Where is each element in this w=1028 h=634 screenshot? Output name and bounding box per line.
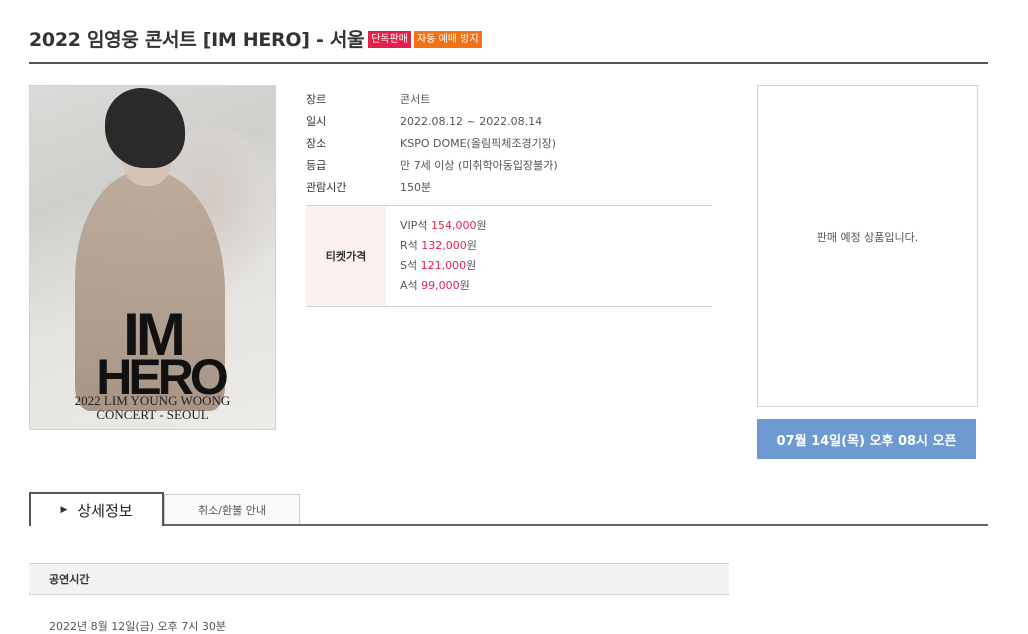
info-row-genre: 장르 콘서트 [306,88,712,110]
ticket-price-box: 티켓가격 VIP석 154,000원 R석 132,000원 S석 121,00… [306,205,712,307]
info-value: 2022.08.12 ~ 2022.08.14 [400,114,543,128]
info-label: 관람시간 [306,181,347,194]
price-amount: 132,000 [421,239,467,252]
info-row-rating: 등급 만 7세 이상 (미취학아동입장불가) [306,154,712,176]
anti-bot-badge: 자동 예매 방지 [414,31,482,48]
price-row: R석 132,000원 [400,239,477,252]
price-amount: 154,000 [431,219,477,232]
ticket-price-list: VIP석 154,000원 R석 132,000원 S석 121,000원 A석… [386,206,487,306]
info-label: 장소 [306,137,327,150]
price-row: S석 121,000원 [400,259,477,272]
triangle-right-icon: ▶ [60,505,68,515]
sale-notice-text: 판매 예정 상품입니다. [816,231,919,244]
poster-subtitle-2: CONCERT - SEOUL [96,407,209,422]
exclusive-badge: 단독판매 [368,31,412,48]
info-label: 장르 [306,93,327,106]
info-value: 150분 [400,181,432,194]
ticket-price-heading: 티켓가격 [306,206,386,306]
sale-notice-box: 판매 예정 상품입니다. [757,85,978,407]
tab-refund-info[interactable]: 취소/환불 안내 [164,494,300,524]
price-amount: 99,000 [421,279,460,292]
detail-tabs: ▶ 상세정보 취소/환불 안내 [29,492,988,526]
page-title: 2022 임영웅 콘서트 [IM HERO] - 서울 [29,29,365,51]
tab-refund-label: 취소/환불 안내 [198,503,266,517]
info-row-duration: 관람시간 150분 [306,176,712,198]
page-title-bar: 2022 임영웅 콘서트 [IM HERO] - 서울 단독판매 자동 예매 방… [29,26,988,64]
price-row: VIP석 154,000원 [400,219,487,232]
info-row-venue: 장소 KSPO DOME(올림픽체조경기장) [306,132,712,154]
info-value: 콘서트 [400,93,431,106]
poster-subtitle-1: 2022 LIM YOUNG WOONG [74,393,231,408]
info-row-date: 일시 2022.08.12 ~ 2022.08.14 [306,110,712,132]
section-heading-showtime: 공연시간 [29,563,729,595]
price-row: A석 99,000원 [400,279,470,292]
performance-info: 장르 콘서트 일시 2022.08.12 ~ 2022.08.14 장소 KSP… [306,88,712,198]
concert-poster: IM HERO 2022 LIM YOUNG WOONG CONCERT - S… [29,85,276,430]
tab-detail-label: 상세정보 [77,501,133,520]
info-value: 만 7세 이상 (미취학아동입장불가) [400,159,558,172]
info-value: KSPO DOME(올림픽체조경기장) [400,137,557,150]
open-date-button[interactable]: 07월 14일(목) 오후 08시 오픈 [757,419,976,459]
info-label: 등급 [306,159,327,172]
showtime-text: 2022년 8월 12일(금) 오후 7시 30분 [49,620,227,633]
tab-detail-info[interactable]: ▶ 상세정보 [29,492,164,526]
price-amount: 121,000 [420,259,467,272]
info-label: 일시 [306,115,327,128]
